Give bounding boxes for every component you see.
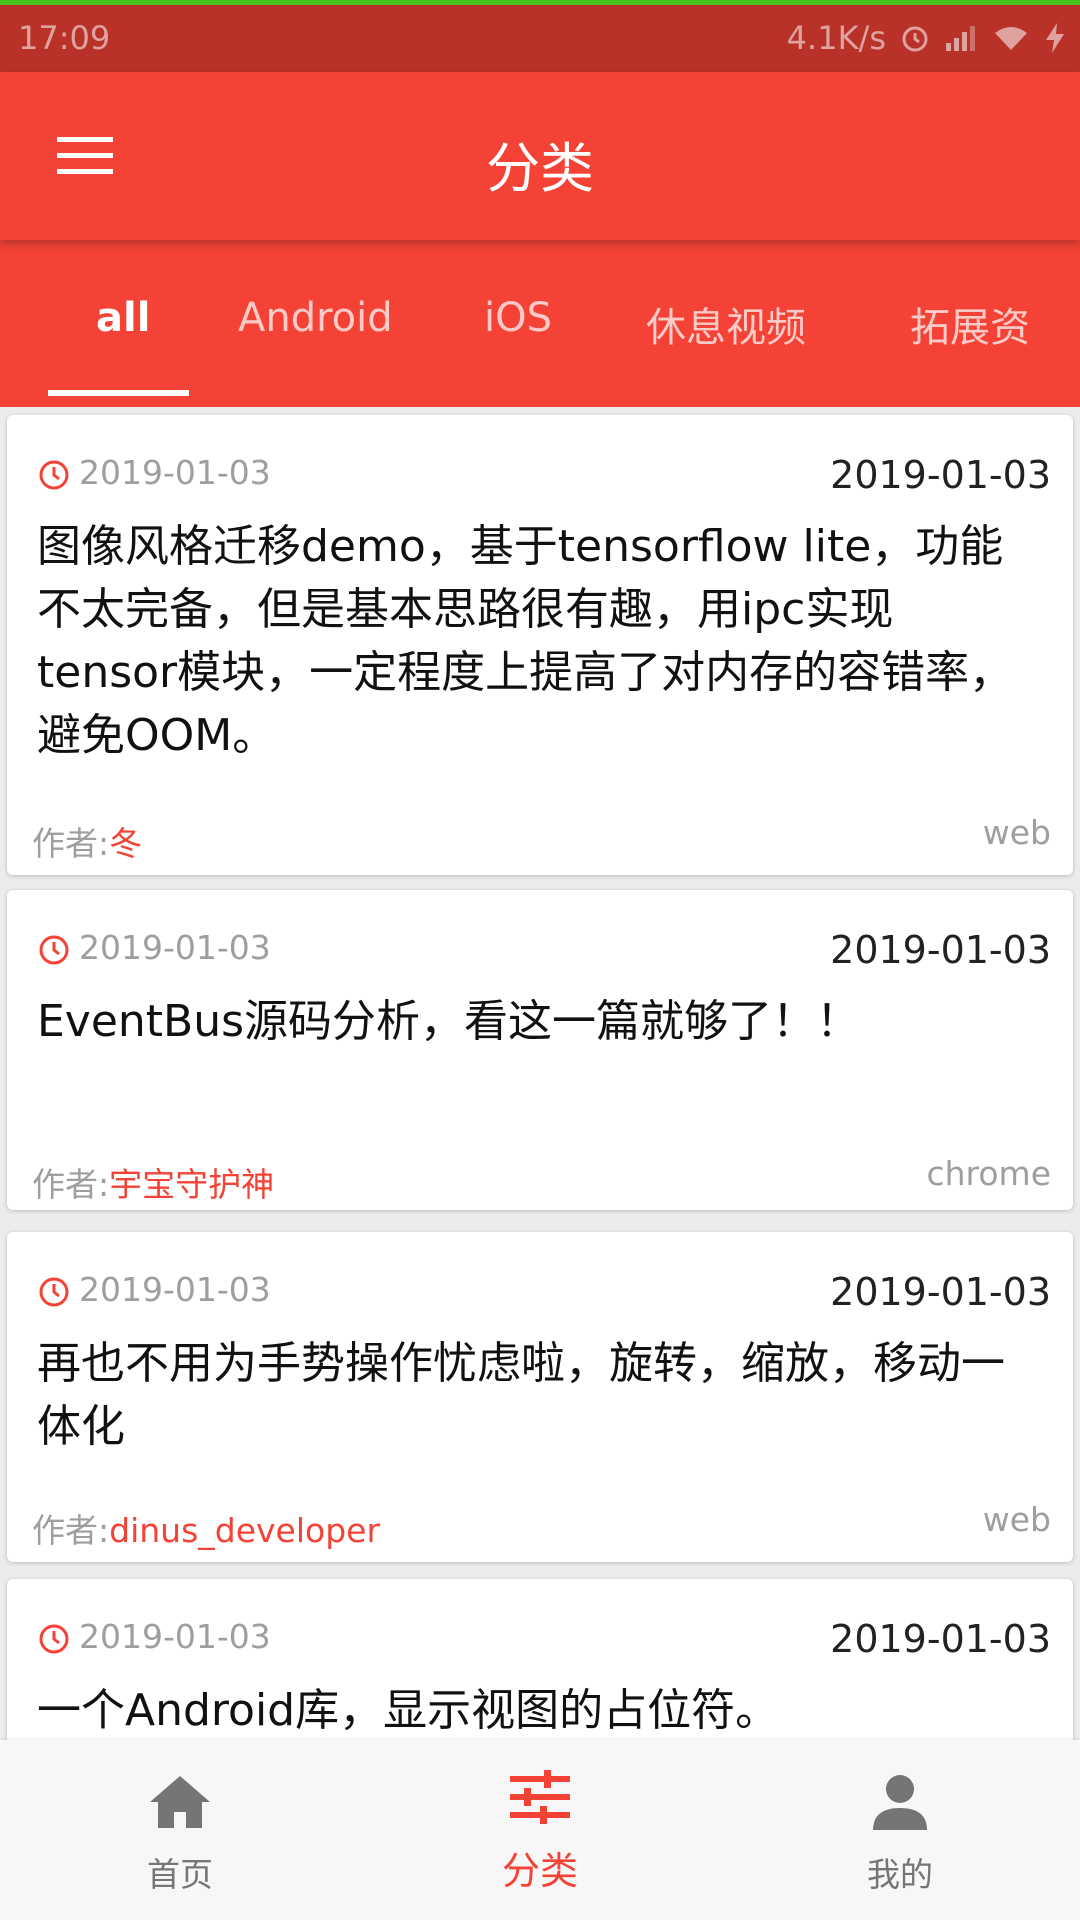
author-name[interactable]: 宇宝守护神 bbox=[109, 1165, 274, 1204]
article-date: 2019-01-03 bbox=[830, 928, 1051, 972]
published-date: 2019-01-03 bbox=[79, 1270, 271, 1309]
signal-icon bbox=[944, 23, 978, 53]
app-bar: 分类 bbox=[0, 72, 1080, 240]
page-title: 分类 bbox=[486, 137, 594, 200]
wifi-icon bbox=[992, 23, 1030, 53]
tab-ios[interactable]: iOS bbox=[484, 295, 552, 341]
published-date: 2019-01-03 bbox=[79, 928, 271, 967]
tab-rest-videos[interactable]: 休息视频 bbox=[646, 295, 806, 353]
net-speed: 4.1K/s bbox=[786, 19, 886, 57]
clock-icon bbox=[39, 1277, 69, 1307]
category-icon bbox=[360, 1770, 720, 1826]
published-date: 2019-01-03 bbox=[79, 1617, 271, 1656]
bottom-navigation: 首页 分类 我的 bbox=[0, 1740, 1080, 1920]
published-date: 2019-01-03 bbox=[79, 453, 271, 492]
source-label: web bbox=[982, 813, 1051, 852]
nav-home-label: 首页 bbox=[147, 1855, 213, 1894]
active-tab-indicator bbox=[48, 390, 189, 396]
author-label: 作者: bbox=[32, 824, 110, 863]
author-line: 作者:宇宝守护神 bbox=[32, 1158, 274, 1206]
article-date: 2019-01-03 bbox=[830, 1270, 1051, 1314]
nav-category-label: 分类 bbox=[501, 1849, 578, 1893]
article-title[interactable]: 一个Android库，显示视图的占位符。 bbox=[37, 1679, 1033, 1740]
nav-mine[interactable]: 我的 bbox=[720, 1740, 1080, 1920]
clock-icon bbox=[39, 935, 69, 965]
author-line: 作者:冬 bbox=[32, 817, 142, 865]
nav-mine-label: 我的 bbox=[867, 1855, 933, 1894]
nav-home[interactable]: 首页 bbox=[0, 1740, 360, 1920]
status-time: 17:09 bbox=[18, 19, 111, 57]
source-label: web bbox=[982, 1500, 1051, 1539]
author-line: 作者:dinus_developer bbox=[32, 1504, 380, 1552]
author-name[interactable]: 冬 bbox=[109, 824, 142, 863]
article-title[interactable]: 图像风格迁移demo，基于tensorflow lite，功能不太完备，但是基本… bbox=[37, 515, 1033, 767]
author-label: 作者: bbox=[32, 1165, 110, 1204]
home-icon bbox=[0, 1774, 360, 1830]
tab-android[interactable]: Android bbox=[238, 295, 393, 341]
charging-icon bbox=[1044, 22, 1066, 54]
article-card[interactable]: 2019-01-03 2019-01-03 EventBus源码分析，看这一篇就… bbox=[7, 890, 1073, 1210]
status-bar: 17:09 4.1K/s bbox=[0, 5, 1080, 72]
alarm-icon bbox=[900, 23, 930, 53]
person-icon bbox=[720, 1774, 1080, 1830]
article-title[interactable]: 再也不用为手势操作忧虑啦，旋转，缩放，移动一体化 bbox=[37, 1332, 1033, 1458]
article-card[interactable]: 2019-01-03 2019-01-03 再也不用为手势操作忧虑啦，旋转，缩放… bbox=[7, 1232, 1073, 1562]
category-tab-bar: all Android iOS 休息视频 拓展资 bbox=[0, 240, 1080, 407]
tab-all[interactable]: all bbox=[96, 295, 150, 341]
author-label: 作者: bbox=[32, 1511, 110, 1550]
tab-extended-resources[interactable]: 拓展资 bbox=[910, 295, 1030, 353]
clock-icon bbox=[39, 1624, 69, 1654]
article-card[interactable]: 2019-01-03 2019-01-03 图像风格迁移demo，基于tenso… bbox=[7, 415, 1073, 875]
article-date: 2019-01-03 bbox=[830, 453, 1051, 497]
clock-icon bbox=[39, 460, 69, 490]
author-name[interactable]: dinus_developer bbox=[109, 1511, 380, 1550]
article-card[interactable]: 2019-01-03 2019-01-03 一个Android库，显示视图的占位… bbox=[7, 1579, 1073, 1740]
article-title[interactable]: EventBus源码分析，看这一篇就够了！！ bbox=[37, 990, 1033, 1053]
nav-category[interactable]: 分类 bbox=[360, 1740, 720, 1920]
source-label: chrome bbox=[926, 1154, 1051, 1193]
article-list[interactable]: 2019-01-03 2019-01-03 图像风格迁移demo，基于tenso… bbox=[0, 407, 1080, 1740]
article-date: 2019-01-03 bbox=[830, 1617, 1051, 1661]
